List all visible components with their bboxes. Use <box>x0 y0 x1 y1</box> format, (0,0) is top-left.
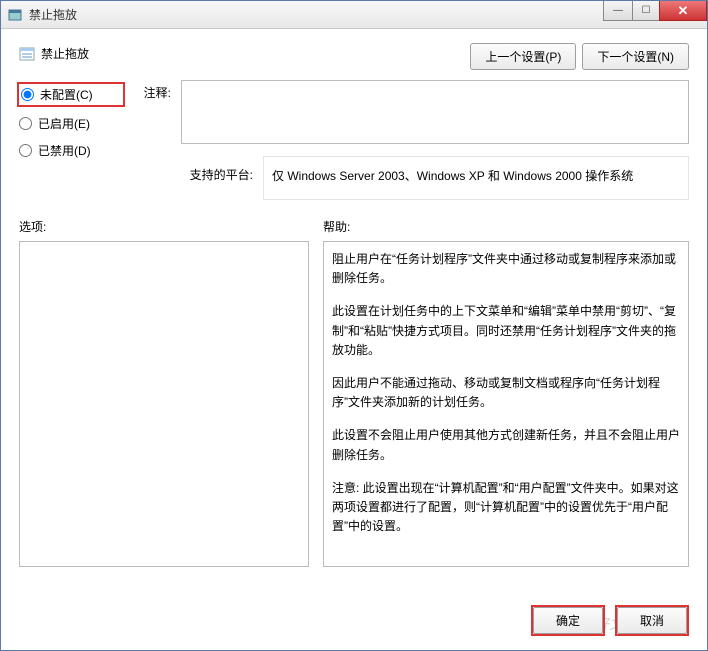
radio-group: 未配置(C) 已启用(E) 已禁用(D) <box>19 80 119 159</box>
help-paragraph: 此设置在计划任务中的上下文菜单和“编辑”菜单中禁用“剪切”、“复制”和“粘贴”快… <box>332 302 680 360</box>
platform-label: 支持的平台: <box>137 156 253 183</box>
next-setting-button[interactable]: 下一个设置(N) <box>582 43 689 70</box>
dialog-window: 禁止拖放 — ☐ ✕ 禁止拖放 上一个设置(P) 下一个设置(N) <box>0 0 708 651</box>
options-box <box>19 241 309 567</box>
note-textarea[interactable] <box>181 80 689 144</box>
options-panel: 选项: <box>19 218 309 567</box>
policy-icon <box>19 46 35 62</box>
note-row: 注释: <box>137 80 689 144</box>
help-scroll[interactable]: 阻止用户在“任务计划程序”文件夹中通过移动或复制程序来添加或删除任务。 此设置在… <box>324 242 688 566</box>
window-title: 禁止拖放 <box>29 6 77 23</box>
header-left: 禁止拖放 <box>19 39 89 62</box>
help-panel: 帮助: 阻止用户在“任务计划程序”文件夹中通过移动或复制程序来添加或删除任务。 … <box>323 218 689 567</box>
radio-not-configured[interactable]: 未配置(C) <box>17 82 125 107</box>
radio-disabled-input[interactable] <box>19 144 32 157</box>
help-paragraph: 此设置不会阻止用户使用其他方式创建新任务，并且不会阻止用户删除任务。 <box>332 426 680 464</box>
header-row: 禁止拖放 上一个设置(P) 下一个设置(N) <box>19 39 689 70</box>
close-button[interactable]: ✕ <box>659 1 707 21</box>
radio-enabled[interactable]: 已启用(E) <box>19 115 119 132</box>
titlebar[interactable]: 禁止拖放 — ☐ ✕ <box>1 1 707 29</box>
help-label: 帮助: <box>323 218 689 235</box>
radio-not-configured-input[interactable] <box>21 88 34 101</box>
radio-not-configured-label: 未配置(C) <box>40 86 93 103</box>
page-title: 禁止拖放 <box>41 45 89 62</box>
note-label: 注释: <box>137 80 171 101</box>
help-paragraph: 因此用户不能通过拖动、移动或复制文档或程序向“任务计划程序”文件夹添加新的计划任… <box>332 374 680 412</box>
minimize-button[interactable]: — <box>603 1 633 21</box>
content-area: 禁止拖放 上一个设置(P) 下一个设置(N) 未配置(C) 已启用(E) <box>1 29 707 567</box>
cancel-button[interactable]: 取消 <box>617 607 687 634</box>
platform-row: 支持的平台: 仅 Windows Server 2003、Windows XP … <box>137 156 689 200</box>
radio-disabled-label: 已禁用(D) <box>38 142 91 159</box>
cancel-highlight: 取消 <box>615 605 689 636</box>
prev-setting-button[interactable]: 上一个设置(P) <box>470 43 576 70</box>
footer-buttons: 确定 取消 <box>531 605 689 636</box>
nav-buttons: 上一个设置(P) 下一个设置(N) <box>470 39 689 70</box>
panels-row: 选项: 帮助: 阻止用户在“任务计划程序”文件夹中通过移动或复制程序来添加或删除… <box>19 218 689 567</box>
app-icon <box>7 7 23 23</box>
radio-disabled[interactable]: 已禁用(D) <box>19 142 119 159</box>
maximize-button[interactable]: ☐ <box>632 1 660 21</box>
platform-value: 仅 Windows Server 2003、Windows XP 和 Windo… <box>263 156 689 200</box>
ok-highlight: 确定 <box>531 605 605 636</box>
help-paragraph: 注意: 此设置出现在“计算机配置”和“用户配置”文件夹中。如果对这两项设置都进行… <box>332 479 680 537</box>
help-box: 阻止用户在“任务计划程序”文件夹中通过移动或复制程序来添加或删除任务。 此设置在… <box>323 241 689 567</box>
options-label: 选项: <box>19 218 309 235</box>
radio-enabled-label: 已启用(E) <box>38 115 90 132</box>
ok-button[interactable]: 确定 <box>533 607 603 634</box>
radio-enabled-input[interactable] <box>19 117 32 130</box>
config-row: 未配置(C) 已启用(E) 已禁用(D) 注释: 支持的平台: <box>19 80 689 200</box>
help-paragraph: 阻止用户在“任务计划程序”文件夹中通过移动或复制程序来添加或删除任务。 <box>332 250 680 288</box>
window-controls: — ☐ ✕ <box>604 1 707 21</box>
